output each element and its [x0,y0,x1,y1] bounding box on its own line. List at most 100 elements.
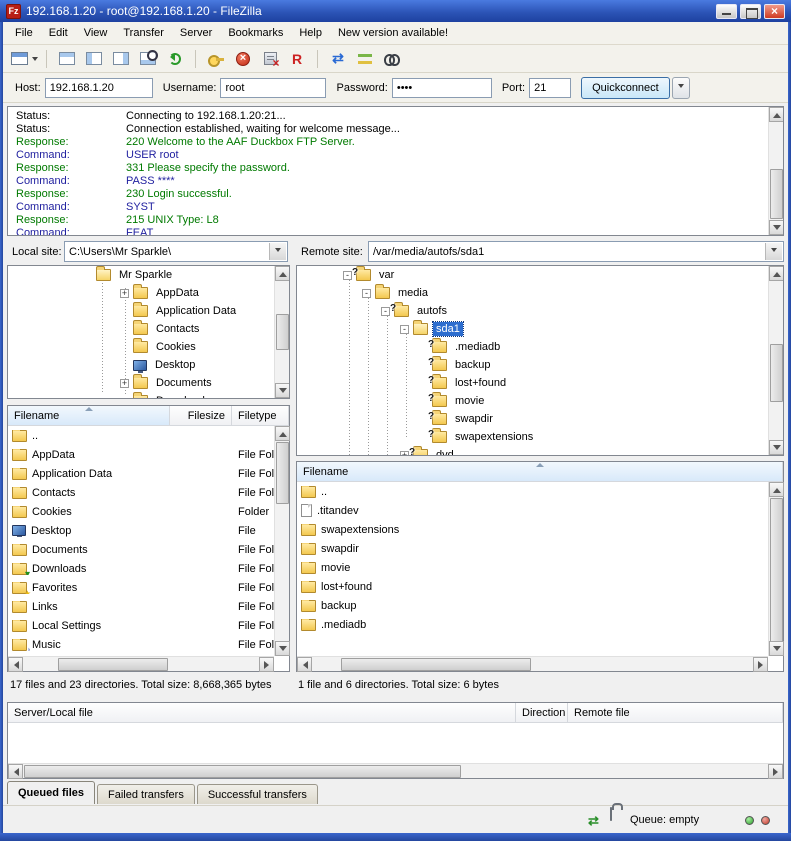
scroll-right-button[interactable] [753,657,768,672]
tree-item[interactable]: .mediadb [297,338,783,356]
combo-dropdown-button[interactable] [269,243,286,260]
maximize-button[interactable] [740,4,761,19]
expand-icon[interactable] [120,379,129,388]
scroll-left-button[interactable] [8,657,23,672]
toggle-message-log-button[interactable] [55,48,79,70]
tree-item[interactable]: Mr Sparkle [8,266,289,284]
find-files-button[interactable] [380,48,404,70]
refresh-button[interactable] [163,48,187,70]
log-scrollbar[interactable] [768,107,783,235]
column-header-server-local-file[interactable]: Server/Local file [8,703,516,722]
synchronized-browsing-button[interactable] [353,48,377,70]
tree-item[interactable]: Desktop [8,356,289,374]
file-row[interactable]: .. [8,426,274,445]
disconnect-button[interactable] [258,48,282,70]
column-header-filename[interactable]: Filename [8,406,170,425]
message-log[interactable]: Status:Connecting to 192.168.1.20:21... … [7,106,784,236]
column-header-filetype[interactable]: Filetype [232,406,289,425]
file-row[interactable]: Local Settings File Folder [8,616,274,635]
combo-dropdown-button[interactable] [765,243,782,260]
file-row[interactable]: .mediadb [297,615,768,634]
file-row[interactable]: Documents File Folder [8,540,274,559]
scroll-up-button[interactable] [769,482,784,497]
tree-item[interactable]: swapdir [297,410,783,428]
close-button[interactable] [764,4,785,19]
window-frame-bottom[interactable] [0,833,791,841]
menu-server[interactable]: Server [172,24,220,42]
scrollbar-thumb[interactable] [770,498,783,642]
local-directory-tree[interactable]: Mr Sparkle AppData Application Data Cont… [7,265,290,399]
file-row[interactable]: .titandev [297,501,768,520]
menu-bookmarks[interactable]: Bookmarks [220,24,291,42]
column-header-filesize[interactable]: Filesize [170,406,232,425]
local-list-vscrollbar[interactable] [274,426,289,656]
collapse-icon[interactable] [362,289,371,298]
tree-item-selected[interactable]: sda1 [297,320,783,338]
toggle-remote-tree-button[interactable] [109,48,133,70]
remote-list-hscrollbar[interactable] [297,656,768,671]
speed-limit-icon[interactable] [588,813,599,829]
file-row[interactable]: movie [297,558,768,577]
tree-item[interactable]: lost+found [297,374,783,392]
scrollbar-thumb[interactable] [276,442,289,504]
local-site-combo[interactable]: C:\Users\Mr Sparkle\ [64,241,288,262]
toggle-local-tree-button[interactable] [82,48,106,70]
host-input[interactable] [45,78,153,98]
tree-item[interactable]: Downloads [8,392,289,399]
file-row[interactable]: Links File Folder [8,597,274,616]
file-row[interactable]: Application Data File Folder [8,464,274,483]
tree-item[interactable]: AppData [8,284,289,302]
menu-file[interactable]: File [7,24,41,42]
file-row[interactable]: Cookies Folder [8,502,274,521]
scroll-right-button[interactable] [768,764,783,779]
local-list-hscrollbar[interactable] [8,656,274,671]
menu-new-version[interactable]: New version available! [330,24,456,42]
lock-icon[interactable] [610,808,612,820]
file-row[interactable]: Desktop File [8,521,274,540]
tree-item[interactable]: Contacts [8,320,289,338]
port-input[interactable] [529,78,571,98]
tree-item[interactable]: var [297,266,783,284]
password-input[interactable] [392,78,492,98]
file-row[interactable]: swapdir [297,539,768,558]
remote-list-vscrollbar[interactable] [768,482,783,656]
scrollbar-thumb[interactable] [24,765,461,778]
tree-item[interactable]: autofs [297,302,783,320]
file-row[interactable]: Downloads File Folder [8,559,274,578]
scroll-up-button[interactable] [769,107,784,122]
tab-failed-transfers[interactable]: Failed transfers [97,784,195,804]
site-manager-button[interactable] [11,48,38,70]
scroll-left-button[interactable] [297,657,312,672]
collapse-icon[interactable] [400,325,409,334]
menu-view[interactable]: View [76,24,116,42]
expand-icon[interactable] [120,289,129,298]
file-row[interactable]: swapextensions [297,520,768,539]
tree-item[interactable]: Documents [8,374,289,392]
column-header-remote-file[interactable]: Remote file [568,703,783,722]
file-row[interactable]: Favorites File Folder [8,578,274,597]
scrollbar-thumb[interactable] [341,658,531,671]
window-frame-left[interactable] [0,22,3,841]
collapse-icon[interactable] [343,271,352,280]
scroll-left-button[interactable] [8,764,23,779]
directory-comparison-button[interactable] [326,48,350,70]
menu-transfer[interactable]: Transfer [115,24,172,42]
tree-item[interactable]: Cookies [8,338,289,356]
tree-item[interactable]: swapextensions [297,428,783,446]
tree-item[interactable]: Application Data [8,302,289,320]
scroll-up-button[interactable] [275,426,290,441]
quickconnect-dropdown-button[interactable] [672,77,690,99]
scroll-down-button[interactable] [769,641,784,656]
remote-directory-tree[interactable]: var media autofs sda1 .mediadb backup lo… [296,265,784,456]
tab-queued-files[interactable]: Queued files [7,781,95,804]
file-row[interactable]: lost+found [297,577,768,596]
title-bar[interactable]: 192.168.1.20 - root@192.168.1.20 - FileZ… [0,0,791,22]
expand-icon[interactable] [400,451,409,457]
tree-item[interactable]: backup [297,356,783,374]
queue-hscrollbar[interactable] [8,763,783,778]
scrollbar-thumb[interactable] [58,658,168,671]
scroll-right-button[interactable] [259,657,274,672]
tree-item[interactable]: movie [297,392,783,410]
tree-item[interactable]: media [297,284,783,302]
scroll-down-button[interactable] [275,641,290,656]
